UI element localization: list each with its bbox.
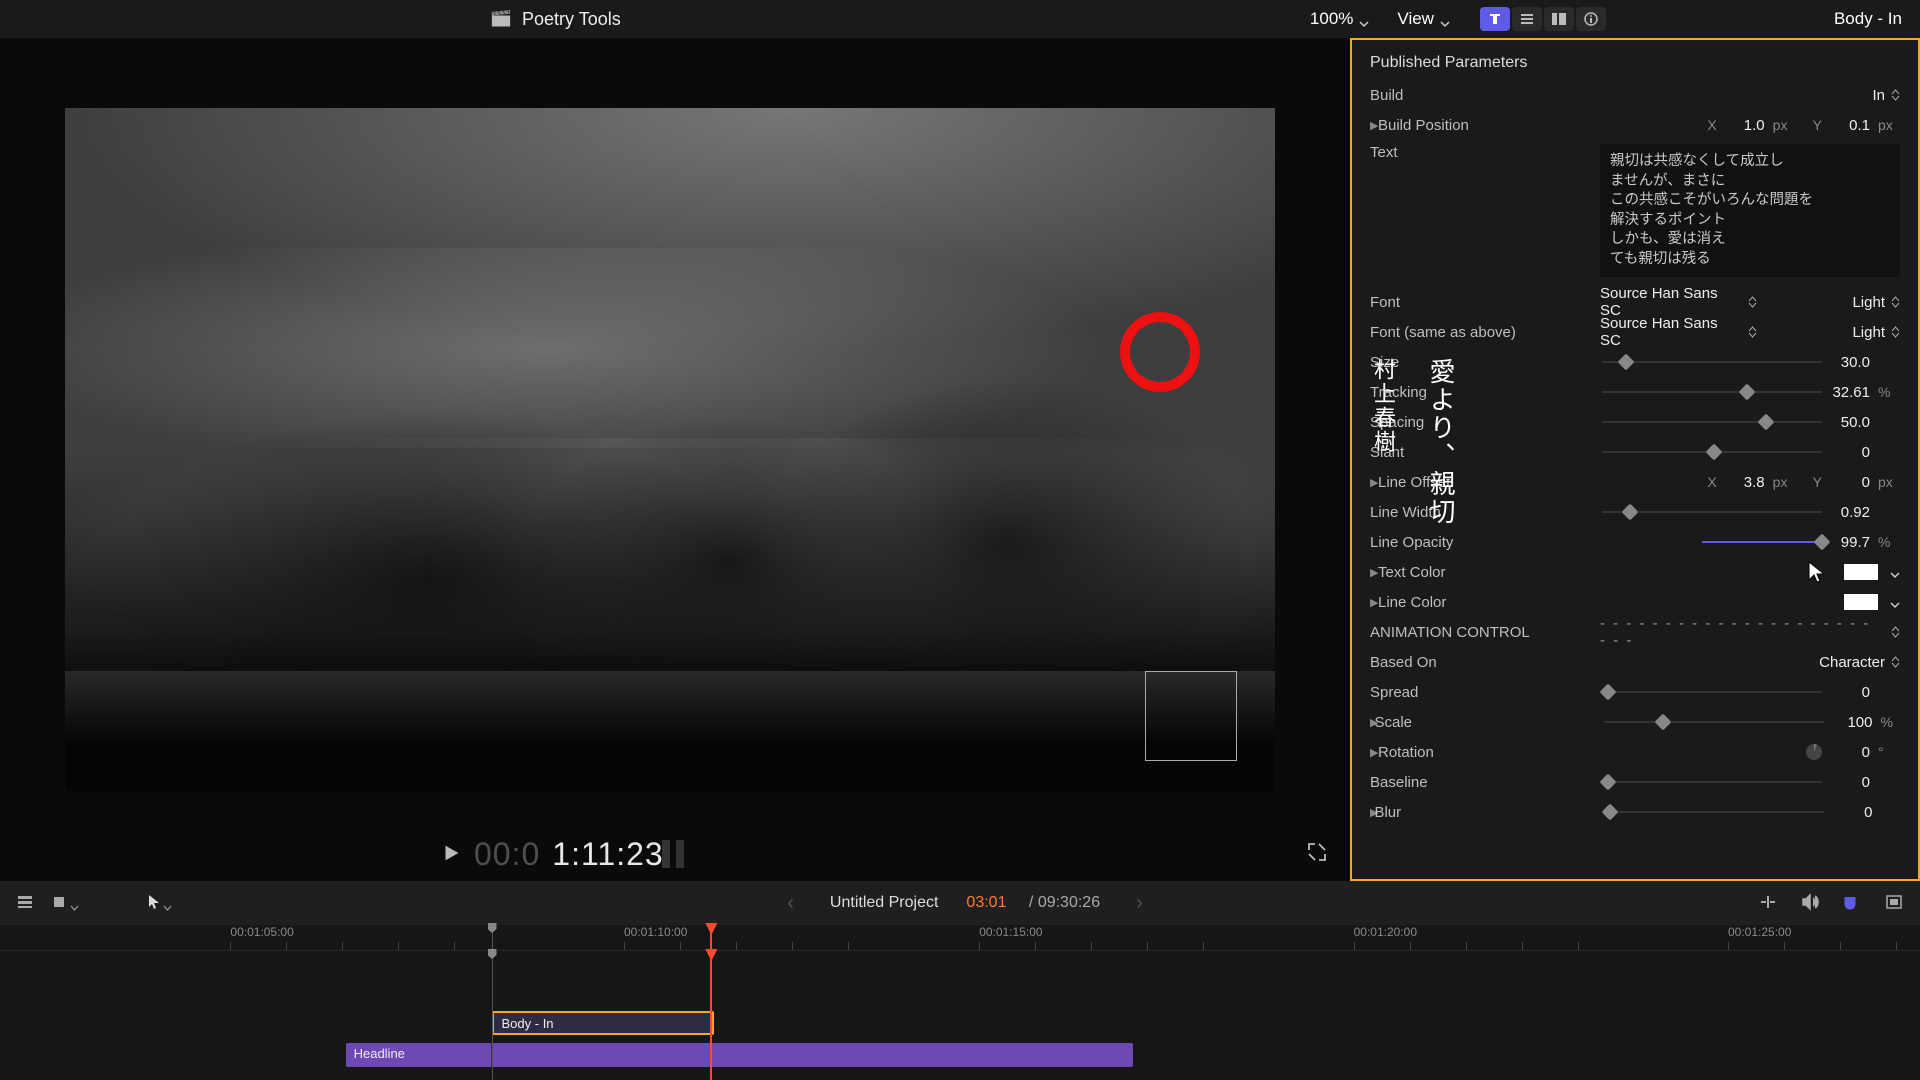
build-pos-x[interactable]: 1.0 <box>1725 117 1765 134</box>
ruler[interactable]: 00:01:05:00 00:01:10:00 00:01:15:00 00:01:2… <box>0 925 1920 951</box>
param-build-position: ▶ Build Position X1.0px Y0.1px <box>1358 110 1912 140</box>
chevron-down-icon <box>1440 14 1450 24</box>
prev-edit-icon[interactable]: ‹ <box>769 892 812 915</box>
param-baseline: Baseline 0 <box>1358 767 1912 797</box>
view-dropdown[interactable]: View <box>1397 9 1450 29</box>
inspector-title: Body - In <box>1834 9 1902 29</box>
ruler-tick: 00:01:25:00 <box>1728 925 1791 939</box>
info-inspector-tab[interactable] <box>1576 7 1606 31</box>
inspector-tab-switch <box>1478 7 1606 31</box>
font-weight-dropdown[interactable]: Light <box>1852 294 1900 311</box>
ruler-tick: 00:01:10:00 <box>624 925 687 939</box>
text-content-box[interactable]: 親切は共感なくして成立し ませんが、まさに この共感こそがいろんな問題を 解決す… <box>1600 144 1900 277</box>
transport-bar: 00:0 1:11:23 <box>0 827 1350 881</box>
next-edit-icon[interactable]: › <box>1118 892 1161 915</box>
blur-slider[interactable] <box>1604 805 1824 819</box>
param-blur: ▶ Blur 0 <box>1358 797 1912 827</box>
param-font2: Font (same as above) Source Han Sans SC … <box>1358 317 1912 347</box>
param-rotation: ▶ Rotation 0° <box>1358 737 1912 767</box>
baseline-slider[interactable] <box>1602 775 1822 789</box>
clapperboard-icon <box>490 10 512 28</box>
project-duration: / 09:30:26 <box>1024 894 1100 912</box>
clip-body-in[interactable]: Body - In <box>492 1011 715 1035</box>
timecode[interactable]: 1:11:23 <box>552 836 663 873</box>
param-build: Build In <box>1358 80 1912 110</box>
tracks[interactable]: Body - In Headline <box>0 951 1920 1080</box>
fullscreen-icon[interactable] <box>1306 841 1328 866</box>
zoom-dropdown[interactable]: 100% <box>1310 9 1369 29</box>
text-inspector-tab[interactable] <box>1480 7 1510 31</box>
rotation-dial[interactable] <box>1806 744 1822 760</box>
param-text: Text 親切は共感なくして成立し ませんが、まさに この共感こそがいろんな問題… <box>1358 140 1912 287</box>
playhead[interactable] <box>710 951 712 1080</box>
timeline: ‹ Untitled Project 03:01 / 09:30:26 › 00… <box>0 881 1920 1080</box>
app-title: Poetry Tools <box>522 9 621 30</box>
emphasis-ring-icon <box>1120 312 1200 392</box>
stepper-icon <box>1891 89 1900 101</box>
project-name[interactable]: Untitled Project <box>830 894 939 912</box>
clip-appearance-icon[interactable] <box>52 893 79 914</box>
ruler-tick: 00:01:05:00 <box>230 925 293 939</box>
canvas[interactable]: 愛より、親切 村上春樹 親切は共感なくして成立しませんが、まさにこの共感こそがい… <box>65 108 1275 791</box>
layout-inspector-tab[interactable] <box>1544 7 1574 31</box>
topbar: Poetry Tools 100% View Body - In <box>0 0 1920 38</box>
solo-icon[interactable] <box>1884 893 1904 914</box>
play-icon[interactable] <box>440 842 462 867</box>
pointer-tool-icon[interactable] <box>145 893 172 914</box>
trim-markers-icon <box>662 840 684 868</box>
project-current-tc: 03:01 <box>966 894 1006 912</box>
font-family-dropdown[interactable]: Source Han Sans SC <box>1600 285 1757 319</box>
font2-family-dropdown[interactable]: Source Han Sans SC <box>1600 315 1757 349</box>
font2-weight-dropdown[interactable]: Light <box>1852 324 1900 341</box>
snapping-icon[interactable] <box>1842 893 1862 914</box>
clip-headline[interactable]: Headline <box>346 1043 1133 1067</box>
list-inspector-tab[interactable] <box>1512 7 1542 31</box>
skimming-icon[interactable] <box>1758 893 1778 914</box>
inspector-section-title: Published Parameters <box>1352 40 1918 80</box>
in-point-marker[interactable] <box>492 951 493 1080</box>
timeline-toolbar: ‹ Untitled Project 03:01 / 09:30:26 › <box>0 881 1920 925</box>
build-dropdown[interactable]: In <box>1872 87 1900 104</box>
param-font1: Font Source Han Sans SC Light <box>1358 287 1912 317</box>
timecode-dim: 00:0 <box>474 836 540 873</box>
ruler-tick: 00:01:20:00 <box>1354 925 1417 939</box>
build-pos-y[interactable]: 0.1 <box>1830 117 1870 134</box>
ruler-tick: 00:01:15:00 <box>979 925 1042 939</box>
body-poem[interactable]: 親切は共感なくして成立しませんが、まさにこの共感こそがいろんな問題を解決するポイ… <box>765 358 1920 736</box>
viewer: 愛より、親切 村上春樹 親切は共感なくして成立しませんが、まさにこの共感こそがい… <box>0 38 1350 881</box>
index-icon[interactable] <box>16 893 34 914</box>
chevron-down-icon <box>1359 14 1369 24</box>
audio-skim-icon[interactable] <box>1800 893 1820 914</box>
